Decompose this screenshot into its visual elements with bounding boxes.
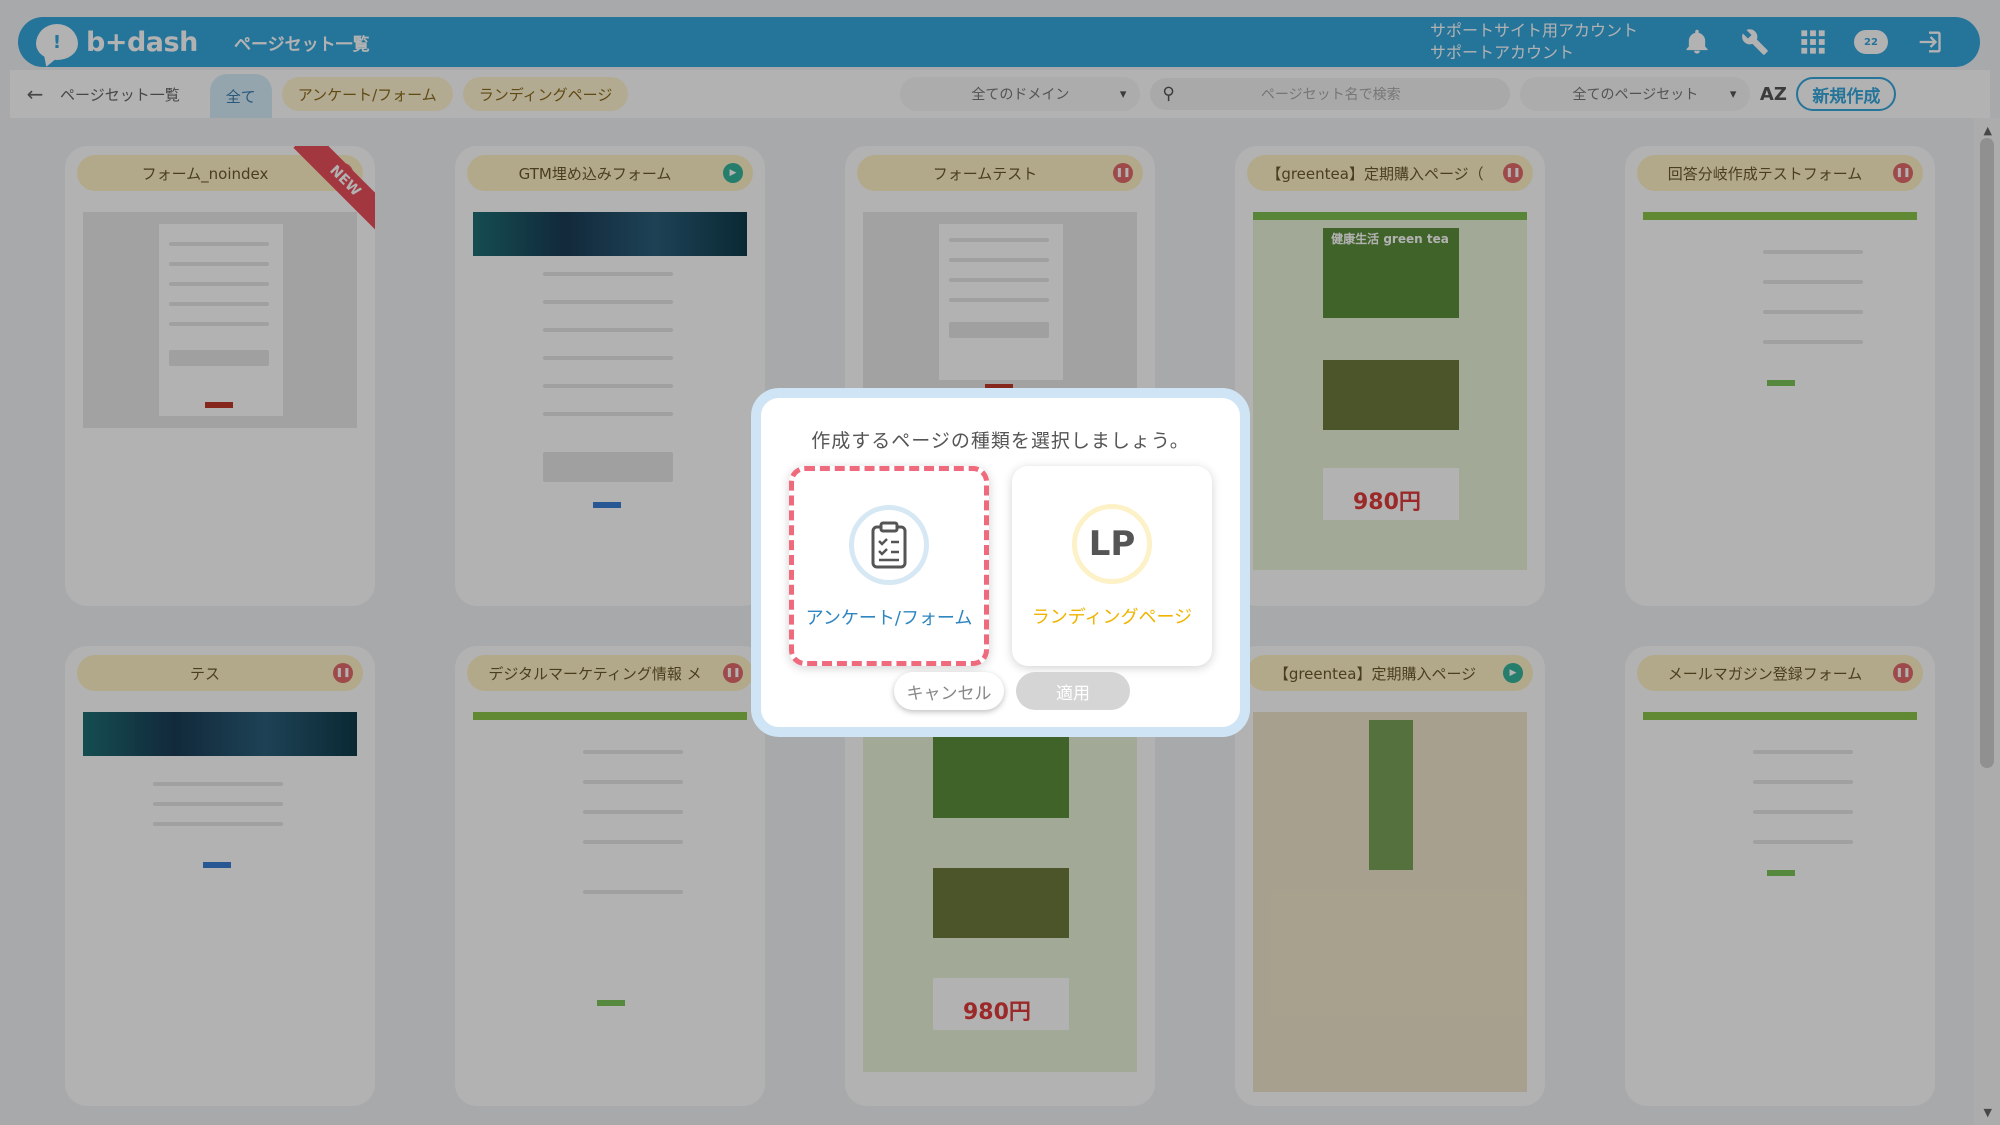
- option-landing-page[interactable]: LP ランディングページ: [1012, 466, 1212, 666]
- cancel-button[interactable]: キャンセル: [894, 672, 1004, 710]
- create-page-type-dialog: 作成するページの種類を選択しましょう。 アンケート/フォーム LP ランディング…: [751, 388, 1250, 737]
- option-survey-form[interactable]: アンケート/フォーム: [789, 466, 989, 666]
- option-landing-page-label: ランディングページ: [1031, 607, 1193, 628]
- clipboard-checklist-icon: [849, 505, 929, 585]
- option-survey-form-label: アンケート/フォーム: [805, 608, 973, 629]
- dialog-title: 作成するページの種類を選択しましょう。: [811, 430, 1190, 452]
- apply-button[interactable]: 適用: [1016, 672, 1130, 710]
- lp-icon: LP: [1072, 504, 1152, 584]
